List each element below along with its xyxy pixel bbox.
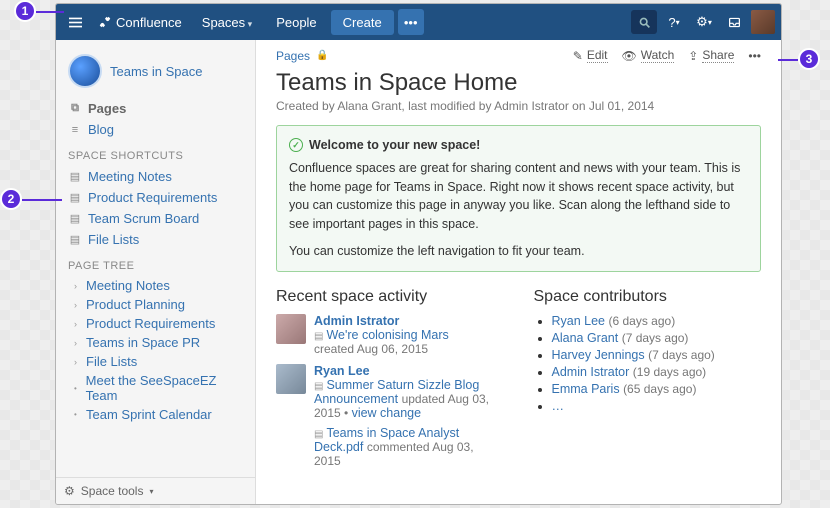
breadcrumb-pages[interactable]: Pages	[276, 49, 310, 63]
welcome-panel: ✓Welcome to your new space! Confluence s…	[276, 125, 761, 272]
watch-button[interactable]: 👁Watch	[622, 48, 675, 63]
sidebar: Teams in Space ⧉Pages ≡Blog SPACE SHORTC…	[56, 40, 256, 504]
page-icon: ▤	[314, 381, 323, 392]
page-icon: ▤	[314, 331, 323, 342]
tree-item[interactable]: ›Product Planning	[64, 295, 247, 314]
list-item: …	[552, 399, 762, 413]
share-icon: ⇪	[688, 49, 698, 63]
shortcuts-heading: SPACE SHORTCUTS	[64, 140, 247, 166]
shortcut-team-scrum-board[interactable]: ▤Team Scrum Board	[64, 208, 247, 229]
space-name-link[interactable]: Teams in Space	[110, 64, 203, 79]
app-window: Confluence Spaces People Create ••• ?▾ ⚙…	[55, 3, 782, 505]
list-item: Emma Paris (65 days ago)	[552, 382, 762, 396]
activity-item: Admin Istrator ▤We're colonising Mars cr…	[276, 314, 504, 356]
search-input[interactable]	[631, 10, 657, 34]
user-link[interactable]: Ryan Lee	[314, 364, 370, 378]
eye-icon: 👁	[622, 49, 637, 63]
check-icon: ✓	[289, 138, 303, 152]
pencil-icon: ✎	[573, 49, 583, 63]
gear-icon: ⚙	[64, 484, 75, 498]
activity-item: Ryan Lee ▤Summer Saturn Sizzle Blog Anno…	[276, 364, 504, 468]
pages-icon: ⧉	[68, 102, 82, 115]
main-content: Pages 🔒 ✎Edit 👁Watch ⇪Share ••• Teams in…	[256, 40, 781, 504]
sidebar-blog[interactable]: ≡Blog	[64, 119, 247, 140]
tree-item[interactable]: •Team Sprint Calendar	[64, 405, 247, 424]
byline: Created by Alana Grant, last modified by…	[276, 99, 761, 113]
create-button[interactable]: Create	[331, 10, 394, 35]
shortcut-meeting-notes[interactable]: ▤Meeting Notes	[64, 166, 247, 187]
edit-button[interactable]: ✎Edit	[573, 48, 608, 63]
doc-link[interactable]: We're colonising Mars	[326, 328, 448, 342]
list-item: Alana Grant (7 days ago)	[552, 331, 762, 345]
tree-item[interactable]: ›Teams in Space PR	[64, 333, 247, 352]
avatar[interactable]	[751, 10, 775, 34]
tree-heading: PAGE TREE	[64, 250, 247, 276]
user-link[interactable]: Admin Istrator	[314, 314, 399, 328]
rss-icon: ≡	[68, 124, 82, 136]
tree-item[interactable]: ›File Lists	[64, 352, 247, 371]
avatar[interactable]	[276, 364, 306, 394]
tree-item[interactable]: •Meet the SeeSpaceEZ Team	[64, 371, 247, 405]
tree-item[interactable]: ›Product Requirements	[64, 314, 247, 333]
tree-item[interactable]: ›Meeting Notes	[64, 276, 247, 295]
menu-icon[interactable]	[62, 9, 88, 35]
breadcrumb: Pages 🔒	[276, 49, 328, 63]
share-button[interactable]: ⇪Share	[688, 48, 734, 63]
create-more-button[interactable]: •••	[398, 9, 424, 35]
help-icon[interactable]: ?▾	[661, 9, 687, 35]
list-item: Harvey Jennings (7 days ago)	[552, 348, 762, 362]
shortcut-file-lists[interactable]: ▤File Lists	[64, 229, 247, 250]
list-item: Admin Istrator (19 days ago)	[552, 365, 762, 379]
space-tools[interactable]: ⚙Space tools▾	[56, 477, 255, 504]
nav-spaces[interactable]: Spaces	[192, 9, 262, 36]
inbox-icon[interactable]	[721, 9, 747, 35]
gear-icon[interactable]: ⚙▾	[691, 9, 717, 35]
view-change-link[interactable]: view change	[352, 406, 422, 420]
nav-people[interactable]: People	[266, 9, 326, 36]
page-title: Teams in Space Home	[276, 69, 761, 97]
recent-heading: Recent space activity	[276, 288, 504, 306]
space-logo[interactable]	[68, 54, 102, 88]
shortcut-product-requirements[interactable]: ▤Product Requirements	[64, 187, 247, 208]
sidebar-pages[interactable]: ⧉Pages	[64, 98, 247, 119]
more-actions-button[interactable]: •••	[748, 48, 761, 63]
file-icon: ▤	[314, 429, 323, 440]
avatar[interactable]	[276, 314, 306, 344]
list-item: Ryan Lee (6 days ago)	[552, 314, 762, 328]
brand[interactable]: Confluence	[92, 15, 188, 30]
lock-icon: 🔒	[316, 50, 328, 61]
topbar: Confluence Spaces People Create ••• ?▾ ⚙…	[56, 4, 781, 40]
contributors-heading: Space contributors	[534, 288, 762, 306]
